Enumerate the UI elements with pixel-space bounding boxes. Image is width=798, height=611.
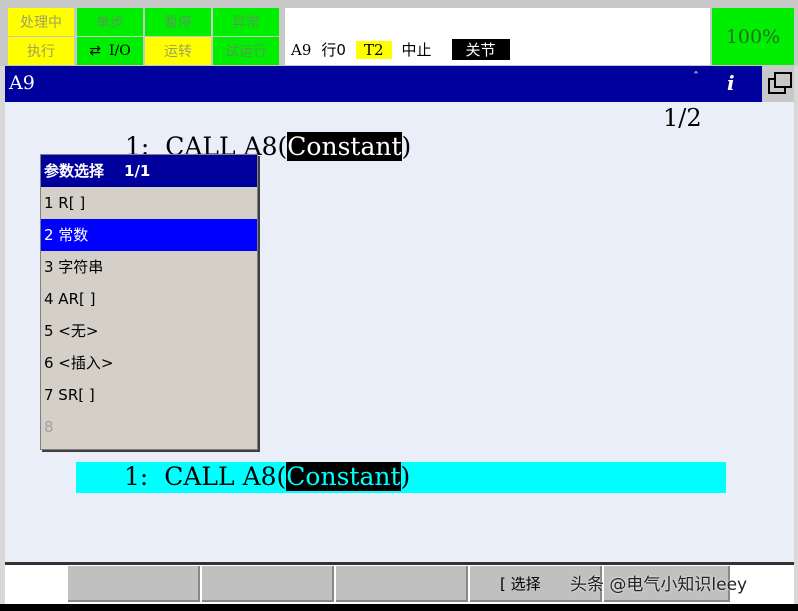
status-io: ⇄ I/O — [77, 37, 143, 65]
f1-button[interactable] — [68, 566, 200, 602]
info-icon[interactable]: i — [727, 71, 735, 95]
info-panel: A9 行0 T2 中止 关节 — [285, 8, 710, 65]
f2-button[interactable] — [202, 566, 334, 602]
status-hold: 暂停 — [145, 8, 211, 36]
window-restore-button[interactable] — [762, 66, 794, 102]
menu-item-sr[interactable]: 7 SR[ ] — [41, 379, 257, 411]
popup-title: 参数选择 1/1 — [41, 155, 257, 187]
bottom-border — [0, 604, 798, 611]
override-speed[interactable]: 100% — [712, 8, 794, 65]
run-state: 中止 — [401, 41, 432, 59]
status-running: 运转 — [145, 37, 211, 65]
menu-item-string[interactable]: 3 字符串 — [41, 251, 257, 283]
line-number: 行0 — [321, 41, 346, 59]
mode: T2 — [355, 40, 392, 59]
menu-item-8[interactable]: 8 — [41, 411, 257, 443]
status-processing: 处理中 — [8, 8, 74, 36]
f3-button[interactable] — [336, 566, 468, 602]
program-name: A9 — [291, 40, 312, 59]
menu-item-insert[interactable]: 6 <插入> — [41, 347, 257, 379]
prompt-line[interactable]: 1: CALL A8(Constant) — [76, 462, 726, 493]
coord-system: 关节 — [451, 39, 510, 60]
caret-icon: ˆ — [693, 70, 699, 84]
menu-item-constant[interactable]: 2 常数 — [41, 219, 257, 251]
status-execute: 执行 — [8, 37, 74, 65]
page-indicator: 1/2 — [663, 104, 702, 132]
window-title: A9 — [9, 72, 35, 94]
menu-item-ar[interactable]: 4 AR[ ] — [41, 283, 257, 315]
argument-highlight: Constant — [287, 132, 402, 161]
menu-item-none[interactable]: 5 <无> — [41, 315, 257, 347]
parameter-select-popup: 参数选择 1/1 1 R[ ] 2 常数 3 字符串 4 AR[ ] 5 <无> … — [40, 154, 258, 450]
title-bar: A9 ˆ i — [5, 66, 762, 102]
status-step: 单步 — [77, 8, 143, 36]
status-fault: 异常 — [213, 8, 279, 36]
watermark: 头条 @电气小知识leey — [570, 575, 748, 595]
menu-item-r[interactable]: 1 R[ ] — [41, 187, 257, 219]
io-icon: ⇄ — [89, 43, 101, 59]
status-test-run: 试运行 — [213, 37, 279, 65]
